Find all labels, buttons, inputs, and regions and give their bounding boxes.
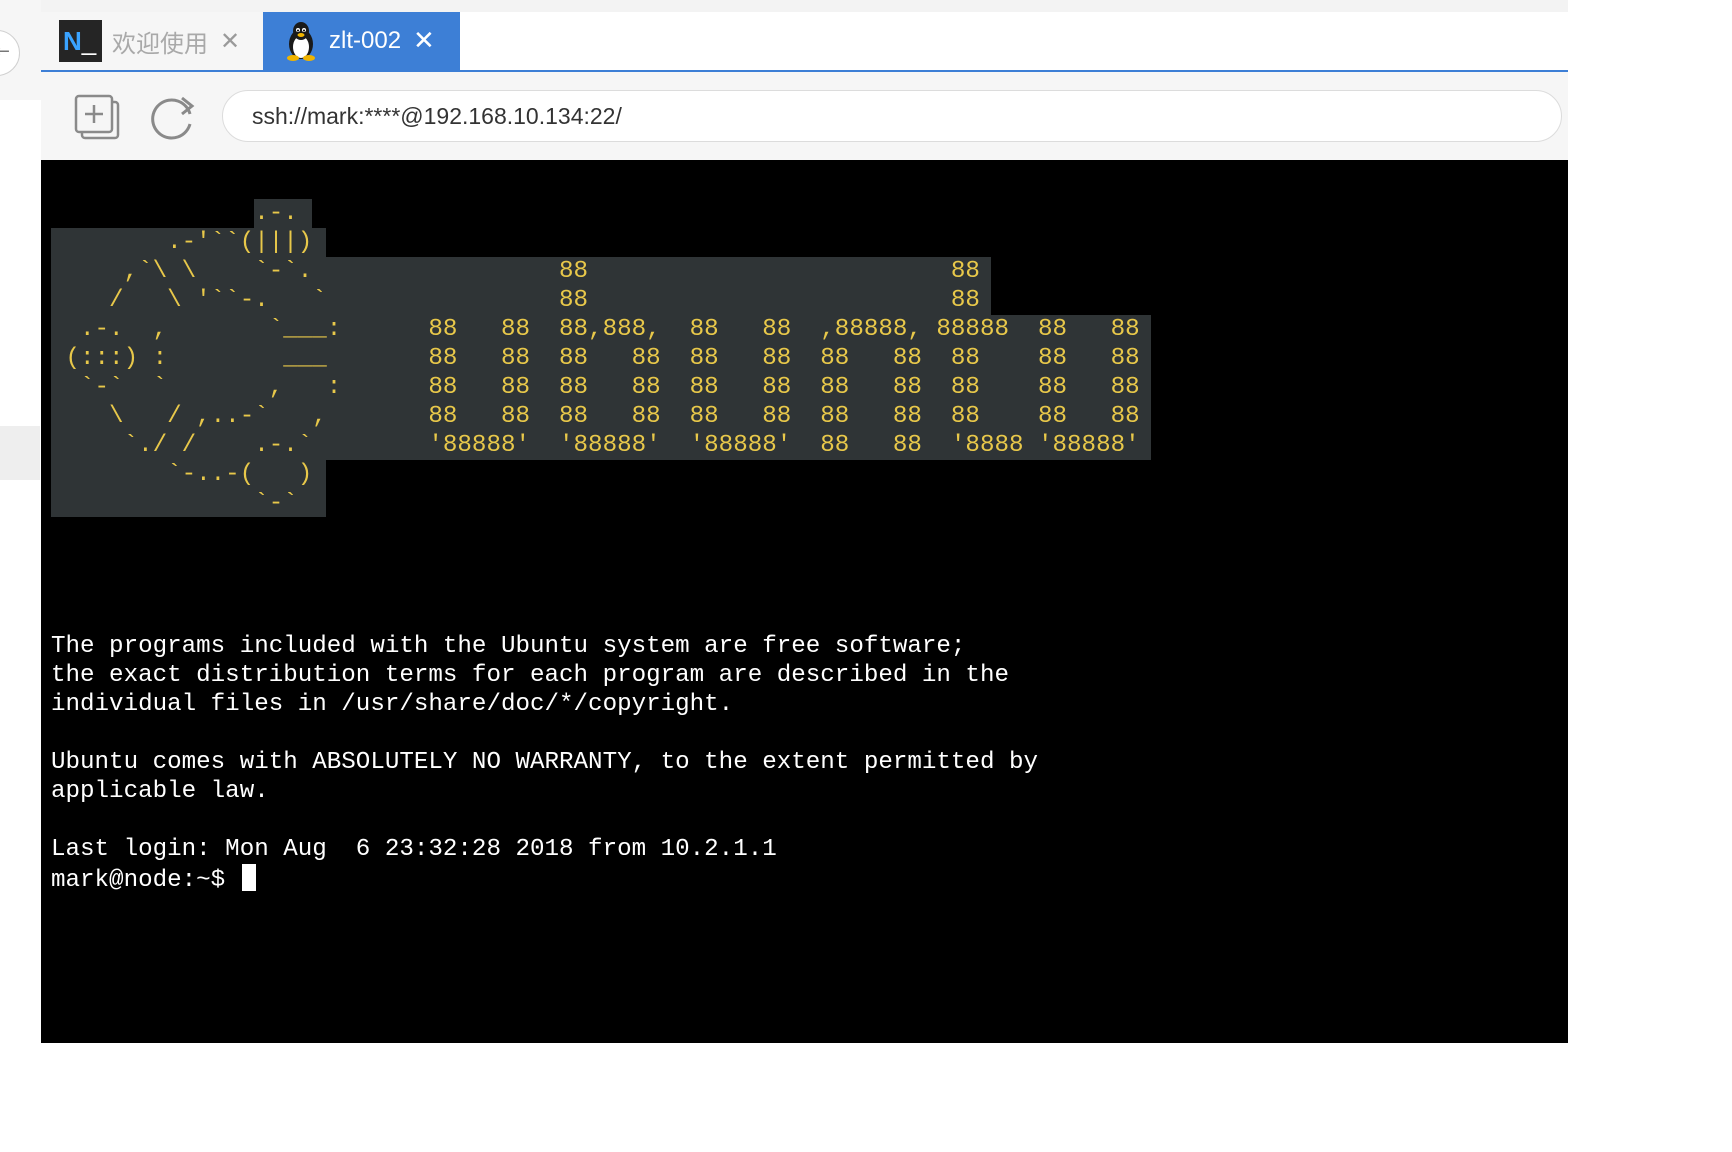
toolbar: ssh://mark:****@192.168.10.134:22/ <box>41 72 1568 160</box>
output-line: the exact distribution terms for each pr… <box>51 662 1009 689</box>
terminal-output: The programs included with the Ubuntu sy… <box>51 632 1039 894</box>
tab-zlt-002[interactable]: zlt-002 ✕ <box>263 12 460 70</box>
refresh-icon <box>151 96 195 140</box>
output-line: Ubuntu comes with ABSOLUTELY NO WARRANTY… <box>51 749 1039 776</box>
tab-welcome-label: 欢迎使用 <box>112 30 208 58</box>
ascii-line: ,`\ \ `-`. 88 88 <box>51 258 980 285</box>
ascii-line: / \ '``-. ` 88 88 <box>51 287 980 314</box>
side-panel: ← <box>0 0 42 1043</box>
nxshell-logo-icon: N_ <box>59 20 102 62</box>
tab-welcome[interactable]: N_ 欢迎使用 ✕ <box>41 12 263 70</box>
output-line: individual files in /usr/share/doc/*/cop… <box>51 691 734 718</box>
last-login-line: Last login: Mon Aug 6 23:32:28 2018 from… <box>51 836 777 863</box>
address-bar[interactable]: ssh://mark:****@192.168.10.134:22/ <box>222 90 1562 142</box>
ascii-line: .-. <box>51 200 298 227</box>
close-icon[interactable]: ✕ <box>220 27 240 55</box>
ascii-line: `./ / .-.` '88888' '88888' '88888' 88 88… <box>51 432 1140 459</box>
ascii-line: `-..-( ) <box>51 461 313 488</box>
new-tab-icon <box>74 94 120 140</box>
tab-bar: N_ 欢迎使用 ✕ zlt-002 ✕ <box>41 0 1568 72</box>
output-line: The programs included with the Ubuntu sy… <box>51 633 966 660</box>
ascii-line: `-` <box>51 490 298 517</box>
app-window: ← N_ 欢迎使用 ✕ zlt-002 ✕ ssh://mark:****@19… <box>0 0 1568 1043</box>
ascii-line: `-` ` , : 88 88 88 88 88 88 88 88 88 88 … <box>51 374 1140 401</box>
shell-prompt: mark@node:~$ <box>51 867 240 894</box>
output-line: applicable law. <box>51 778 269 805</box>
ascii-line: (:::) : ___ 88 88 88 88 88 88 88 88 88 8… <box>51 345 1140 372</box>
ascii-line: .-. , `___: 88 88 88,888, 88 88 ,88888, … <box>51 316 1140 343</box>
refresh-button[interactable] <box>146 92 196 142</box>
text-cursor <box>241 864 256 891</box>
tab-zlt-002-label: zlt-002 <box>329 27 402 54</box>
arrow-left-icon: ← <box>0 41 10 62</box>
ascii-line: .-'``(|||) <box>51 229 313 256</box>
tab-bar-top <box>41 0 1568 12</box>
linux-penguin-icon <box>287 22 315 61</box>
side-panel-selected-item[interactable] <box>0 426 40 480</box>
new-tab-button[interactable] <box>72 92 122 142</box>
ascii-logo-box: .-. .-'``(|||) ,`\ \ `-`. 88 88 / \ '``-… <box>51 199 1151 517</box>
ascii-line: \ / ,..-` , 88 88 88 88 88 88 88 88 88 8… <box>51 403 1140 430</box>
shell-prompt-line[interactable]: mark@node:~$ <box>51 864 1038 894</box>
close-icon[interactable]: ✕ <box>413 26 435 56</box>
terminal[interactable]: .-. .-'``(|||) ,`\ \ `-`. 88 88 / \ '``-… <box>41 160 1568 1043</box>
ubuntu-logo: .-. .-'``(|||) ,`\ \ `-`. 88 88 / \ '``-… <box>51 199 1151 517</box>
ascii-art: .-. .-'``(|||) ,`\ \ `-`. 88 88 / \ '``-… <box>51 199 1140 518</box>
